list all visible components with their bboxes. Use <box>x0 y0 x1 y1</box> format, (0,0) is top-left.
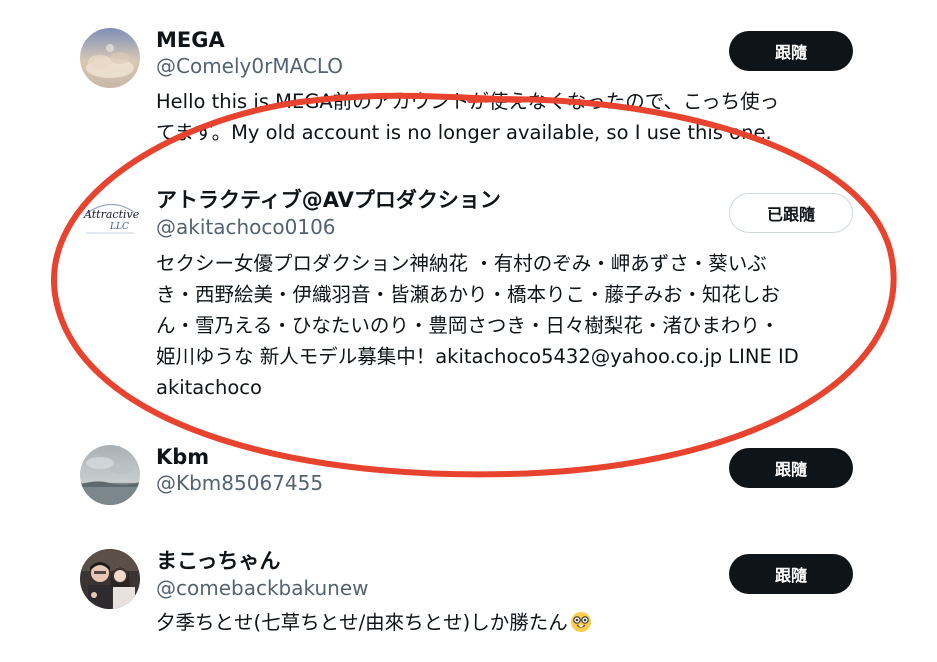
user-avatar[interactable] <box>80 445 140 505</box>
follow-button[interactable]: 跟隨 <box>729 448 853 488</box>
user-display-name[interactable]: MEGA <box>156 27 225 53</box>
photo-avatar-icon <box>80 549 140 609</box>
user-bio: セクシー女優プロダクション神納花 ・有村のぞみ・岬あずさ・葵いぶ き・西野絵美・… <box>156 248 856 403</box>
user-display-name[interactable]: まこっちゃん <box>156 548 281 574</box>
bio-line: てます。My old account is no longer availabl… <box>156 121 772 144</box>
seascape-avatar-icon <box>80 445 140 505</box>
user-cell-attractive[interactable]: Attractive LLC アトラクティブ@AVプロダクション @akitac… <box>0 160 937 410</box>
bio-line: き・西野絵美・伊織羽音・皆瀬あかり・橋本りこ・藤子みお・知花しお <box>156 283 781 306</box>
user-cell-makocchan[interactable]: まこっちゃん @comebackbakunew 夕季ちとせ(七草ちとせ/由來ちと… <box>0 535 937 662</box>
svg-text:LLC: LLC <box>109 222 129 232</box>
follow-button[interactable]: 跟隨 <box>729 554 853 594</box>
user-handle[interactable]: @akitachoco0106 <box>156 214 336 240</box>
nerd-face-emoji-icon <box>570 611 592 633</box>
following-button[interactable]: 已跟隨 <box>729 193 853 233</box>
svg-text:Attractive: Attractive <box>83 208 140 221</box>
user-handle[interactable]: @Comely0rMACLO <box>156 53 343 79</box>
user-bio: 夕季ちとせ(七草ちとせ/由來ちとせ)しか勝たん <box>156 607 856 638</box>
bio-line: セクシー女優プロダクション神納花 ・有村のぞみ・岬あずさ・葵いぶ <box>156 252 767 275</box>
user-avatar[interactable] <box>80 28 140 88</box>
user-display-name[interactable]: アトラクティブ@AVプロダクション <box>156 187 501 213</box>
bio-line: ん・雪乃える・ひなたいのり・豊岡さつき・日々樹梨花・渚ひまわり・ <box>156 314 780 337</box>
user-display-name[interactable]: Kbm <box>156 444 209 470</box>
follow-button[interactable]: 跟隨 <box>729 31 853 71</box>
user-handle[interactable]: @comebackbakunew <box>156 575 368 601</box>
bio-line: akitachoco <box>156 376 262 399</box>
user-cell-mega[interactable]: MEGA @Comely0rMACLO Hello this is MEGA前の… <box>0 0 937 160</box>
user-handle[interactable]: @Kbm85067455 <box>156 470 323 496</box>
user-cell-kbm[interactable]: Kbm @Kbm85067455 跟隨 <box>0 410 937 535</box>
attractive-llc-logo-icon: Attractive LLC <box>80 188 140 248</box>
user-avatar[interactable] <box>80 549 140 609</box>
user-bio: Hello this is MEGA前のアカウントが使えなくなったので、こっち使… <box>156 86 856 148</box>
cloud-sky-avatar-icon <box>80 28 140 88</box>
bio-line: 夕季ちとせ(七草ちとせ/由來ちとせ)しか勝たん <box>156 611 568 634</box>
bio-line: Hello this is MEGA前のアカウントが使えなくなったので、こっち使… <box>156 90 780 113</box>
user-avatar[interactable]: Attractive LLC <box>80 188 140 248</box>
bio-line: 姫川ゆうな 新人モデル募集中！akitachoco5432@yahoo.co.j… <box>156 345 799 368</box>
